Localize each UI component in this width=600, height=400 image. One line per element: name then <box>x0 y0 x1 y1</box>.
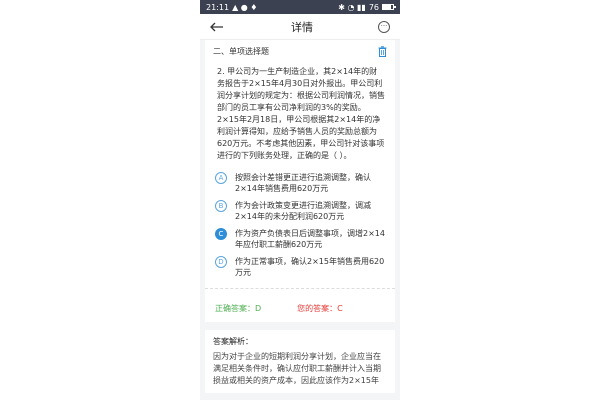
page-title: 详情 <box>291 20 313 34</box>
question-text: 2. 甲公司为一生产制造企业，其2×14年的财务报告于2×15年4月30日对外报… <box>217 67 385 160</box>
option-b-marker[interactable]: B <box>215 200 227 212</box>
options-list: A 按照会计差错更正进行追溯调整，确认2×14年销售费用620万元 B 作为会计… <box>205 162 395 278</box>
option-a-marker[interactable]: A <box>215 172 227 184</box>
option-a[interactable]: A 按照会计差错更正进行追溯调整，确认2×14年销售费用620万元 <box>215 172 387 194</box>
option-c-marker[interactable]: C <box>215 228 227 240</box>
signal-icon: ✱ ◔ ▮▮ <box>338 2 366 12</box>
more-options-icon[interactable]: ··· <box>378 20 390 33</box>
section-title: 二、单项选择题 <box>213 46 269 56</box>
analysis-text: 因为对于企业的短期利润分享计划，企业应当在满足相关条件时，确认应付职工薪酬并计入… <box>213 352 381 385</box>
answer-row: 正确答案：D 您的答案：C <box>205 288 395 322</box>
option-c-text: 作为资产负债表日后调整事项，调增2×14年应付职工薪酬620万元 <box>235 229 385 249</box>
answer-analysis: 答案解析： 因为对于企业的短期利润分享计划，企业应当在满足相关条件时，确认应付职… <box>205 330 395 393</box>
battery-icon <box>382 4 396 10</box>
option-a-text: 按照会计差错更正进行追溯调整，确认2×14年销售费用620万元 <box>235 173 371 193</box>
analysis-title: 答案解析： <box>213 337 253 346</box>
back-arrow-icon[interactable] <box>210 21 226 33</box>
option-b[interactable]: B 作为会计政策变更进行追溯调整，调减2×14年的未分配利润620万元 <box>215 200 387 222</box>
phone-screen: 21:11 ▲ ● ♦ ✱ ◔ ▮▮ 76 详情 ··· 二、单项选择题 2. … <box>200 0 400 400</box>
your-answer: 您的答案：C <box>297 304 343 313</box>
status-time: 21:11 <box>206 2 230 12</box>
question-card: 二、单项选择题 2. 甲公司为一生产制造企业，其2×14年的财务报告于2×15年… <box>205 40 395 322</box>
notification-icons: ▲ ● ♦ <box>232 2 258 12</box>
battery-fill <box>383 5 391 9</box>
status-bar: 21:11 ▲ ● ♦ ✱ ◔ ▮▮ 76 <box>200 0 400 14</box>
option-d[interactable]: D 作为正常事项，确认2×15年销售费用620万元 <box>215 256 387 278</box>
nav-bar: 详情 ··· <box>200 14 400 40</box>
correct-answer: 正确答案：D <box>215 304 262 313</box>
section-header: 二、单项选择题 <box>205 40 395 62</box>
option-b-text: 作为会计政策变更进行追溯调整，调减2×14年的未分配利润620万元 <box>235 201 371 221</box>
delete-icon[interactable] <box>378 45 387 57</box>
battery-level: 76 <box>368 2 379 12</box>
option-d-text: 作为正常事项，确认2×15年销售费用620万元 <box>235 257 385 277</box>
option-c[interactable]: C 作为资产负债表日后调整事项，调增2×14年应付职工薪酬620万元 <box>215 228 387 250</box>
option-d-marker[interactable]: D <box>215 256 227 268</box>
